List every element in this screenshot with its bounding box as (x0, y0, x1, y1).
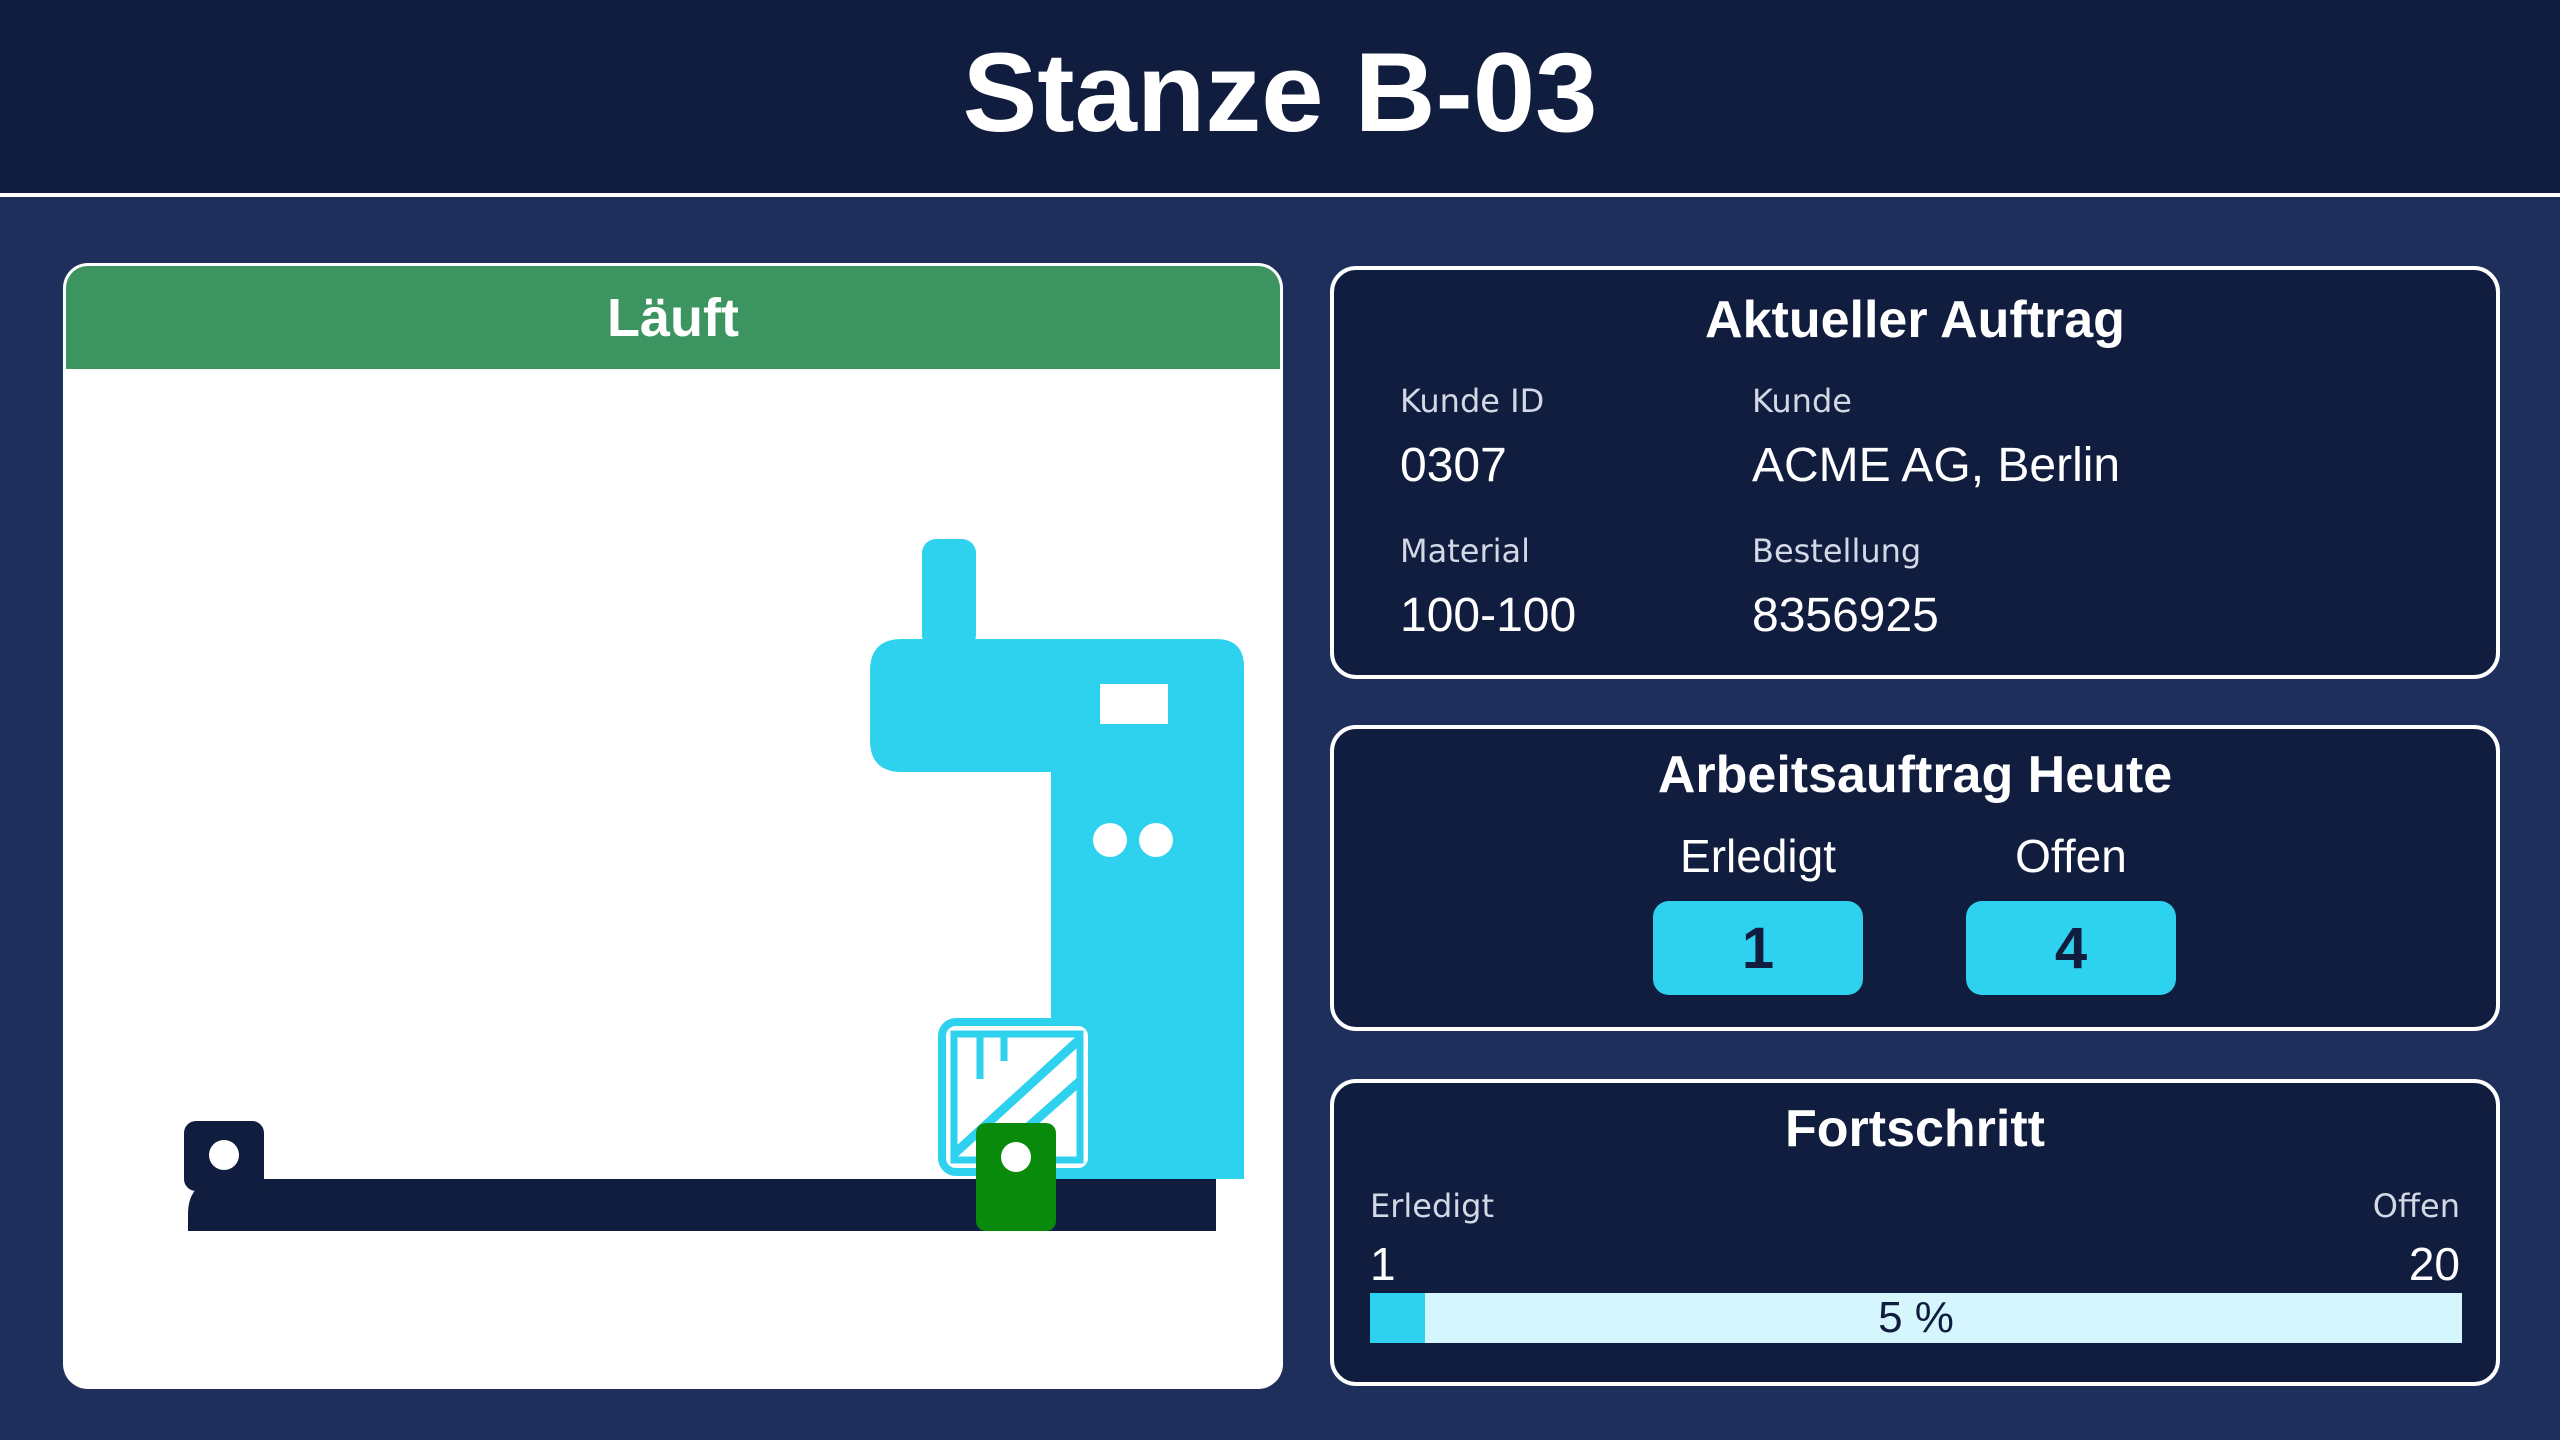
customer-field: Kunde ACME AG, Berlin (1752, 382, 2120, 493)
page-title: Stanze B-03 (962, 29, 1598, 155)
today-work-card: Arbeitsauftrag Heute Erledigt 1 Offen 4 (1330, 725, 2500, 1031)
progress-card: Fortschritt Erledigt Offen 1 20 5 % (1330, 1079, 2500, 1386)
machine-status-label: Läuft (607, 287, 739, 348)
progress-done-value: 1 (1370, 1238, 1396, 1290)
customer-id-value: 0307 (1400, 439, 1507, 492)
machine-panel: Läuft (66, 266, 1280, 1386)
progress-done-label: Erledigt (1370, 1187, 1495, 1225)
customer-id-label: Kunde ID (1400, 382, 1545, 420)
machine-illustration (184, 539, 1244, 1231)
material-field: Material 100-100 (1400, 532, 1576, 643)
progress-open-label: Offen (2372, 1187, 2460, 1225)
page-header: Stanze B-03 (0, 0, 2560, 197)
today-open-label: Offen (2015, 830, 2127, 882)
order-number-value: 8356925 (1752, 589, 1939, 642)
progress-open-value: 20 (2408, 1238, 2460, 1290)
customer-value: ACME AG, Berlin (1752, 439, 2121, 492)
today-open-column: Offen 4 (1966, 829, 2176, 995)
material-value: 100-100 (1400, 589, 1577, 642)
order-number-label: Bestellung (1752, 532, 1922, 570)
material-label: Material (1400, 532, 1530, 570)
progress-title: Fortschritt (1785, 1100, 2045, 1158)
today-done-column: Erledigt 1 (1653, 829, 1863, 995)
customer-label: Kunde (1752, 382, 1852, 420)
workpiece-icon (976, 1123, 1056, 1231)
customer-id-field: Kunde ID 0307 (1400, 382, 1544, 493)
progress-percent-text: 5 % (1878, 1293, 1954, 1342)
conveyor-icon (188, 1179, 1216, 1231)
today-open-badge: 4 (1966, 901, 2176, 995)
order-number-field: Bestellung 8356925 (1752, 532, 1939, 643)
progress-bar: 5 % (1370, 1293, 2462, 1343)
current-order-card: Aktueller Auftrag Kunde ID 0307 Kunde AC… (1330, 266, 2500, 679)
today-done-label: Erledigt (1680, 830, 1836, 882)
machine-status-bar: Läuft (66, 266, 1280, 369)
current-order-title: Aktueller Auftrag (1705, 291, 2125, 349)
today-work-title: Arbeitsauftrag Heute (1657, 746, 2173, 804)
today-done-badge: 1 (1653, 901, 1863, 995)
